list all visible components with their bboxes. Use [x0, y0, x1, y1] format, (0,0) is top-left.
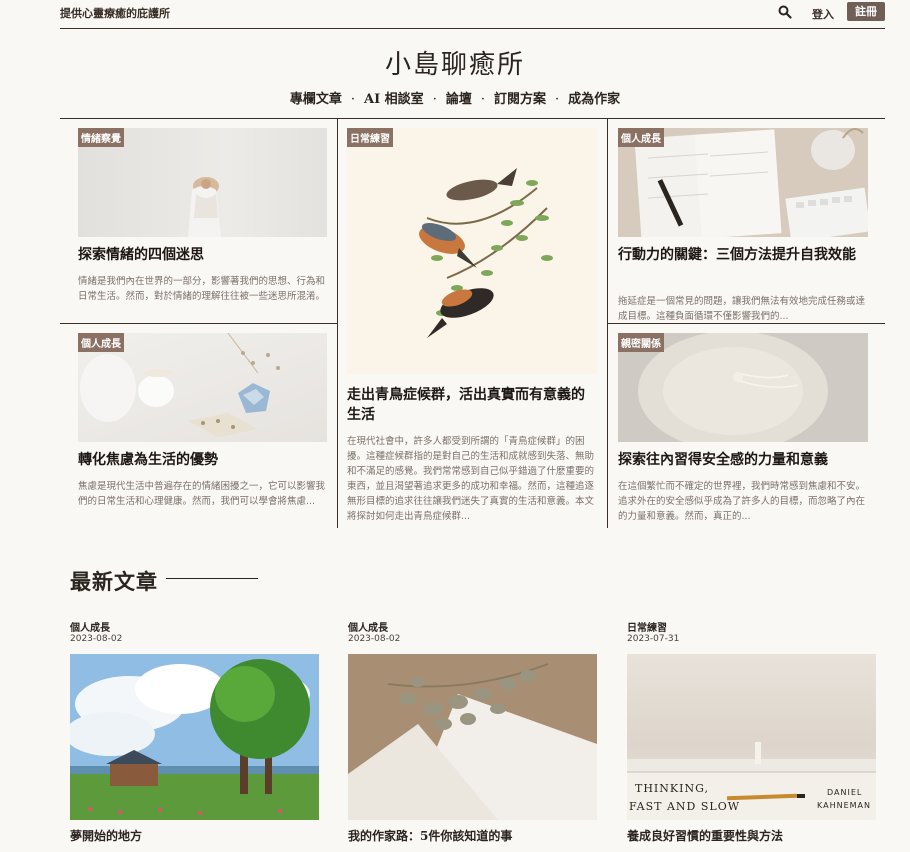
featured-card[interactable]: 個人成長 行動力的關鍵：三個方法提升自我效能 拖延症是一個常見的問題，讓我們無法… [618, 128, 868, 323]
article-excerpt: 在這個繁忙而不確定的世界裡，我們時常感到焦慮和不安。追求外在的安全感似乎成為了許… [618, 481, 866, 522]
site-tagline: 提供心靈療癒的庇護所 [60, 7, 170, 20]
site-title[interactable]: 小島聊癒所 [0, 44, 910, 81]
post-title[interactable]: 養成良好習慣的重要性與方法 [627, 827, 783, 844]
book-title-text: FAST AND SLOW [629, 800, 740, 813]
book-title-text: THINKING, [635, 782, 709, 795]
post-image[interactable] [70, 654, 319, 820]
post-date: 2023-08-02 [348, 634, 401, 644]
post-date: 2023-07-31 [627, 634, 680, 644]
article-title[interactable]: 探索往內習得安全感的力量和意義 [618, 450, 868, 470]
book-author-text: DANIEL [827, 788, 862, 797]
grid-divider [60, 323, 337, 324]
post-image[interactable] [348, 654, 597, 820]
article-excerpt: 在現代社會中，許多人都受到所謂的「青鳥症候群」的困擾。這種症候群指的是對自己的生… [347, 436, 595, 522]
latest-post-card[interactable]: 個人成長 2023-08-02 夢開始的地方 [70, 619, 319, 852]
category-badge[interactable]: 個人成長 [78, 333, 124, 352]
main-nav: 專欄文章 · AI 相談室 · 論壇 · 訂閱方案 · 成為作家 [0, 88, 910, 107]
book-author-text: KAHNEMAN [817, 801, 871, 810]
featured-grid: 情緒察覺 探索情緒的四個迷思 情緒是我們內在世界的一部分，影響著我們的思想、行為… [60, 118, 885, 528]
post-category[interactable]: 個人成長 [70, 619, 110, 634]
eucalyptus-paper-image [348, 654, 597, 820]
nav-item-forum[interactable]: 論壇 [446, 92, 472, 107]
featured-card[interactable]: 情緒察覺 探索情緒的四個迷思 情緒是我們內在世界的一部分，影響著我們的思想、行為… [78, 128, 327, 323]
search-icon[interactable] [778, 5, 792, 19]
article-title[interactable]: 走出青鳥症候群，活出真實而有意義的生活 [347, 385, 597, 425]
post-category[interactable]: 日常練習 [627, 619, 667, 634]
anime-landscape-image [70, 654, 319, 820]
article-excerpt: 情緒是我們內在世界的一部分，影響著我們的思想、行為和日常生活。然而，對於情緒的理… [78, 276, 326, 302]
nav-separator: · [432, 92, 437, 107]
article-excerpt: 焦慮是現代生活中普遍存在的情緒困擾之一，它可以影響我們的日常生活和心理健康。然而… [78, 481, 326, 507]
latest-articles-heading: 最新文章 [70, 569, 158, 594]
post-category[interactable]: 個人成長 [348, 619, 388, 634]
top-bar: 提供心靈療癒的庇護所 登入 註冊 [60, 0, 885, 29]
article-image[interactable] [347, 128, 597, 374]
featured-card[interactable]: 親密關係 探索往內習得安全感的力量和意義 在這個繁忙而不確定的世界裡，我們時常感… [618, 333, 868, 528]
post-title[interactable]: 我的作家路：5件你該知道的事 [348, 827, 512, 844]
article-excerpt: 拖延症是一個常見的問題，讓我們無法有效地完成任務或達成目標。這種負面循環不僅影響… [618, 296, 866, 322]
post-title[interactable]: 夢開始的地方 [70, 827, 142, 844]
category-badge[interactable]: 個人成長 [618, 128, 664, 147]
nav-item-subscription[interactable]: 訂閱方案 [494, 92, 546, 107]
latest-post-card[interactable]: 日常練習 2023-07-31 THINKING, FAST AND SLOW … [627, 619, 876, 852]
nav-separator: · [480, 92, 485, 107]
nav-separator: · [555, 92, 560, 107]
birds-illustration [419, 168, 553, 338]
article-title[interactable]: 轉化焦慮為生活的優勢 [78, 450, 327, 470]
heading-underline [166, 578, 258, 579]
category-badge[interactable]: 日常練習 [347, 128, 393, 147]
featured-card[interactable]: 個人成長 轉化焦慮為生活的優勢 焦慮是現代生活中普遍存在的情緒困擾之一，它可以影… [78, 333, 327, 528]
nav-item-become-writer[interactable]: 成為作家 [568, 92, 620, 107]
article-title[interactable]: 行動力的關鍵：三個方法提升自我效能 [618, 245, 868, 265]
post-date: 2023-08-02 [70, 634, 123, 644]
grid-divider [337, 119, 338, 528]
featured-card[interactable]: 日常練習 走出青鳥症候群，活出真實而有意義的生活 在現代社會中，許多人都受到所謂… [347, 128, 597, 528]
nav-item-ai-room[interactable]: AI 相談室 [364, 92, 424, 107]
register-button[interactable]: 註冊 [847, 2, 885, 21]
latest-post-card[interactable]: 個人成長 2023-08-02 我的作家路：5件你該知道的事 [348, 619, 597, 852]
post-image[interactable]: THINKING, FAST AND SLOW DANIEL KAHNEMAN [627, 654, 876, 820]
login-link[interactable]: 登入 [812, 6, 834, 22]
nav-item-columns[interactable]: 專欄文章 [290, 92, 342, 107]
book-pencil-image: THINKING, FAST AND SLOW DANIEL KAHNEMAN [627, 742, 876, 820]
nav-separator: · [350, 92, 355, 107]
article-title[interactable]: 探索情緒的四個迷思 [78, 245, 327, 265]
category-badge[interactable]: 情緒察覺 [78, 128, 124, 147]
category-badge[interactable]: 親密關係 [618, 333, 664, 352]
